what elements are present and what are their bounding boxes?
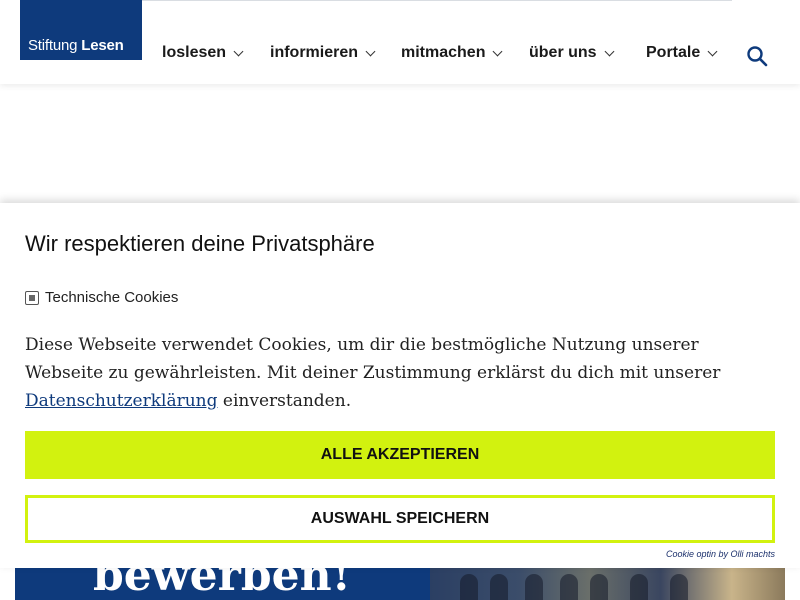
accept-all-button[interactable]: ALLE AKZEPTIEREN [25, 431, 775, 479]
logo[interactable]: Stiftung Lesen [20, 0, 142, 60]
chevron-down-icon [707, 46, 718, 56]
privacy-policy-link[interactable]: Datenschutzerklärung [25, 391, 218, 411]
chevron-down-icon [365, 46, 376, 56]
search-button[interactable] [746, 45, 768, 67]
chevron-down-icon [233, 46, 244, 56]
nav-item-label: über uns [529, 44, 597, 61]
promo-text: bewerben! [93, 568, 351, 600]
header-top-divider [142, 0, 732, 1]
nav-item-label: loslesen [162, 44, 227, 61]
cookie-description: Diese Webseite verwendet Cookies, um dir… [25, 335, 721, 411]
nav-item-label: Portale [646, 44, 701, 61]
technical-cookies-checkbox[interactable] [25, 290, 39, 305]
promo-banner[interactable]: bewerben! [15, 568, 430, 600]
chevron-down-icon [604, 46, 615, 56]
save-selection-button[interactable]: AUSWAHL SPEICHERN [25, 495, 775, 543]
technical-cookies-option[interactable]: Technische Cookies [25, 289, 178, 306]
cookie-consent-banner: Wir respektieren deine Privatsphäre Tech… [0, 203, 800, 568]
nav-item-mitmachen[interactable]: mitmachen [401, 44, 503, 62]
nav-item-ueber-uns[interactable]: über uns [529, 44, 615, 62]
nav-item-portale[interactable]: Portale [646, 44, 718, 62]
cookie-title: Wir respektieren deine Privatsphäre [25, 231, 375, 256]
nav-item-label: mitmachen [401, 44, 486, 61]
checkbox-label: Technische Cookies [45, 289, 179, 306]
site-header: Stiftung Lesen loslesen informieren mitm… [0, 0, 800, 84]
logo-text: Stiftung Lesen [28, 37, 124, 54]
event-photo [430, 568, 785, 600]
nav-item-label: informieren [270, 44, 359, 61]
chevron-down-icon [493, 46, 503, 56]
cookie-optin-credit[interactable]: Cookie optin by Olli machts [666, 549, 775, 559]
nav-item-loslesen[interactable]: loslesen [162, 44, 244, 62]
nav-item-informieren[interactable]: informieren [270, 44, 376, 62]
search-icon [747, 46, 768, 67]
